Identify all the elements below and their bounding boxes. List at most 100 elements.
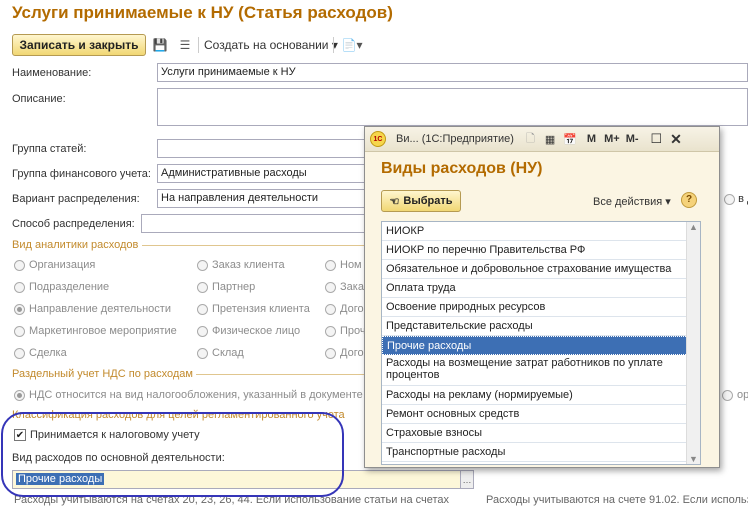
radio-icon bbox=[325, 259, 336, 271]
group-label: Группа статей: bbox=[12, 143, 87, 155]
popup-window-title: Ви... (1С:Предприятие) bbox=[396, 133, 514, 145]
radio-label: орци bbox=[737, 389, 748, 401]
radio-icon bbox=[197, 347, 208, 359]
radio-label: Претензия клиента bbox=[212, 303, 310, 315]
group-field[interactable] bbox=[157, 139, 367, 158]
list-item[interactable]: НИОКР bbox=[382, 222, 700, 241]
popup-heading: Виды расходов (НУ) bbox=[381, 160, 543, 177]
group-divider bbox=[142, 245, 367, 246]
list-item[interactable]: Освоение природных ресурсов bbox=[382, 298, 700, 317]
fin-group-label: Группа финансового учета: bbox=[12, 168, 151, 180]
analytics-group-title: Вид аналитики расходов bbox=[12, 239, 139, 251]
radio-icon bbox=[14, 325, 25, 337]
list-item-selected[interactable]: Прочие расходы bbox=[382, 336, 700, 355]
close-icon[interactable]: ✕ bbox=[670, 131, 682, 148]
radio-vat-document[interactable]: НДС относится на вид налогообложения, ук… bbox=[14, 389, 363, 401]
create-basis-label: Создать на основании bbox=[204, 38, 329, 52]
radio-label: Дого bbox=[340, 347, 364, 359]
radio-label: Дого bbox=[340, 303, 364, 315]
name-field[interactable]: Услуги принимаемые к НУ bbox=[157, 63, 748, 82]
description-field[interactable] bbox=[157, 88, 748, 126]
radio-client-order[interactable]: Заказ клиента bbox=[197, 259, 285, 271]
highlight-annotation bbox=[1, 412, 344, 497]
document-menu-icon[interactable]: 📄▾ bbox=[340, 35, 364, 55]
radio-marketing-event[interactable]: Маркетинговое мероприятие bbox=[14, 325, 177, 337]
memory-minus-button[interactable]: M- bbox=[626, 133, 639, 145]
radio-department[interactable]: Подразделение bbox=[14, 281, 109, 293]
radio-selected-icon bbox=[14, 303, 25, 315]
fin-group-field[interactable]: Административные расходы bbox=[157, 164, 367, 183]
radio-selected-icon bbox=[14, 389, 25, 401]
expense-types-list[interactable]: НИОКР НИОКР по перечню Правительства РФ … bbox=[381, 221, 701, 465]
more-icon[interactable]: … bbox=[460, 470, 474, 489]
radio-order[interactable]: Зака bbox=[325, 281, 364, 293]
save-icon[interactable]: 💾 bbox=[151, 35, 169, 55]
toolbar-divider bbox=[198, 37, 199, 53]
list-icon[interactable]: ☰ bbox=[176, 35, 194, 55]
scroll-up-icon[interactable]: ▲ bbox=[687, 222, 700, 232]
save-close-button[interactable]: Записать и закрыть bbox=[12, 34, 146, 56]
calculator-icon[interactable]: ▦ bbox=[545, 133, 555, 146]
radio-organization[interactable]: Организация bbox=[14, 259, 95, 271]
toolbar-divider bbox=[333, 37, 334, 53]
all-actions-label: Все действия bbox=[593, 196, 663, 208]
list-scrollbar[interactable]: ▲ ▼ bbox=[686, 222, 700, 464]
radio-warehouse[interactable]: Склад bbox=[197, 347, 244, 359]
description-label: Описание: bbox=[12, 93, 66, 105]
group-divider bbox=[196, 374, 367, 375]
radio-label: Маркетинговое мероприятие bbox=[29, 325, 177, 337]
radio-activity-direction[interactable]: Направление деятельности bbox=[14, 303, 171, 315]
dist-variant-tail: в до bbox=[724, 193, 748, 205]
select-label: Выбрать bbox=[403, 195, 453, 207]
scroll-down-icon[interactable]: ▼ bbox=[687, 454, 700, 464]
all-actions-button[interactable]: Все действия ▾ bbox=[593, 195, 671, 208]
dist-method-label: Способ распределения: bbox=[12, 218, 135, 230]
radio-label: Организация bbox=[29, 259, 96, 271]
radio-icon bbox=[722, 389, 733, 401]
radio-label: Склад bbox=[212, 347, 244, 359]
calendar-icon[interactable]: 📅 bbox=[563, 133, 577, 146]
radio-contract-2[interactable]: Дого bbox=[325, 347, 364, 359]
list-item[interactable]: Обязательное и добровольное страхование … bbox=[382, 260, 700, 279]
name-label: Наименование: bbox=[12, 67, 92, 79]
radio-label: Зака bbox=[340, 281, 364, 293]
help-icon[interactable]: ? bbox=[681, 192, 697, 208]
radio-contract[interactable]: Дого bbox=[325, 303, 364, 315]
radio-icon bbox=[197, 259, 208, 271]
list-item[interactable]: Представительские расходы bbox=[382, 317, 700, 336]
radio-client-claim[interactable]: Претензия клиента bbox=[197, 303, 310, 315]
memory-button[interactable]: M bbox=[587, 133, 596, 145]
radio-label: Подразделение bbox=[29, 281, 110, 293]
radio-off-icon[interactable] bbox=[724, 193, 735, 205]
radio-icon bbox=[325, 281, 336, 293]
radio-icon bbox=[325, 325, 336, 337]
radio-individual[interactable]: Физическое лицо bbox=[197, 325, 300, 337]
radio-icon bbox=[14, 281, 25, 293]
select-button[interactable]: ☜ Выбрать bbox=[381, 190, 461, 212]
create-basis-button[interactable]: Создать на основании ▾ bbox=[204, 38, 338, 52]
memory-plus-button[interactable]: M+ bbox=[604, 133, 620, 145]
list-item[interactable]: Страховые взносы bbox=[382, 424, 700, 443]
list-item[interactable]: Ремонт основных средств bbox=[382, 405, 700, 424]
radio-partner[interactable]: Партнер bbox=[197, 281, 255, 293]
popup-window[interactable]: 1С Ви... (1С:Предприятие) 🗋 ▦ 📅 M M+ M- … bbox=[364, 126, 720, 468]
dist-method-field[interactable] bbox=[141, 214, 367, 233]
list-item[interactable]: НИОКР по перечню Правительства РФ bbox=[382, 241, 700, 260]
dist-variant-field[interactable]: На направления деятельности bbox=[157, 189, 367, 208]
radio-nomenclature[interactable]: Ном bbox=[325, 259, 362, 271]
copy-icon[interactable]: 🗋 bbox=[526, 130, 535, 149]
maximize-icon[interactable]: ☐ bbox=[651, 131, 663, 147]
radio-label: НДС относится на вид налогообложения, ук… bbox=[29, 389, 363, 401]
radio-vat-proportional[interactable]: орци bbox=[722, 389, 748, 401]
list-item[interactable]: Транспортные расходы bbox=[382, 443, 700, 462]
dist-variant-tail-text: в до bbox=[738, 193, 748, 205]
page-title: Услуги принимаемые к НУ (Статья расходов… bbox=[12, 3, 393, 22]
radio-icon bbox=[325, 347, 336, 359]
radio-deal[interactable]: Сделка bbox=[14, 347, 67, 359]
list-item[interactable]: Расходы на возмещение затрат работников … bbox=[382, 355, 700, 386]
bottom-right-note: Расходы учитываются на счете 91.02. Если… bbox=[486, 494, 748, 506]
vat-group-title: Раздельный учет НДС по расходам bbox=[12, 368, 193, 380]
radio-icon bbox=[197, 281, 208, 293]
list-item[interactable]: Оплата труда bbox=[382, 279, 700, 298]
list-item[interactable]: Расходы на рекламу (нормируемые) bbox=[382, 386, 700, 405]
